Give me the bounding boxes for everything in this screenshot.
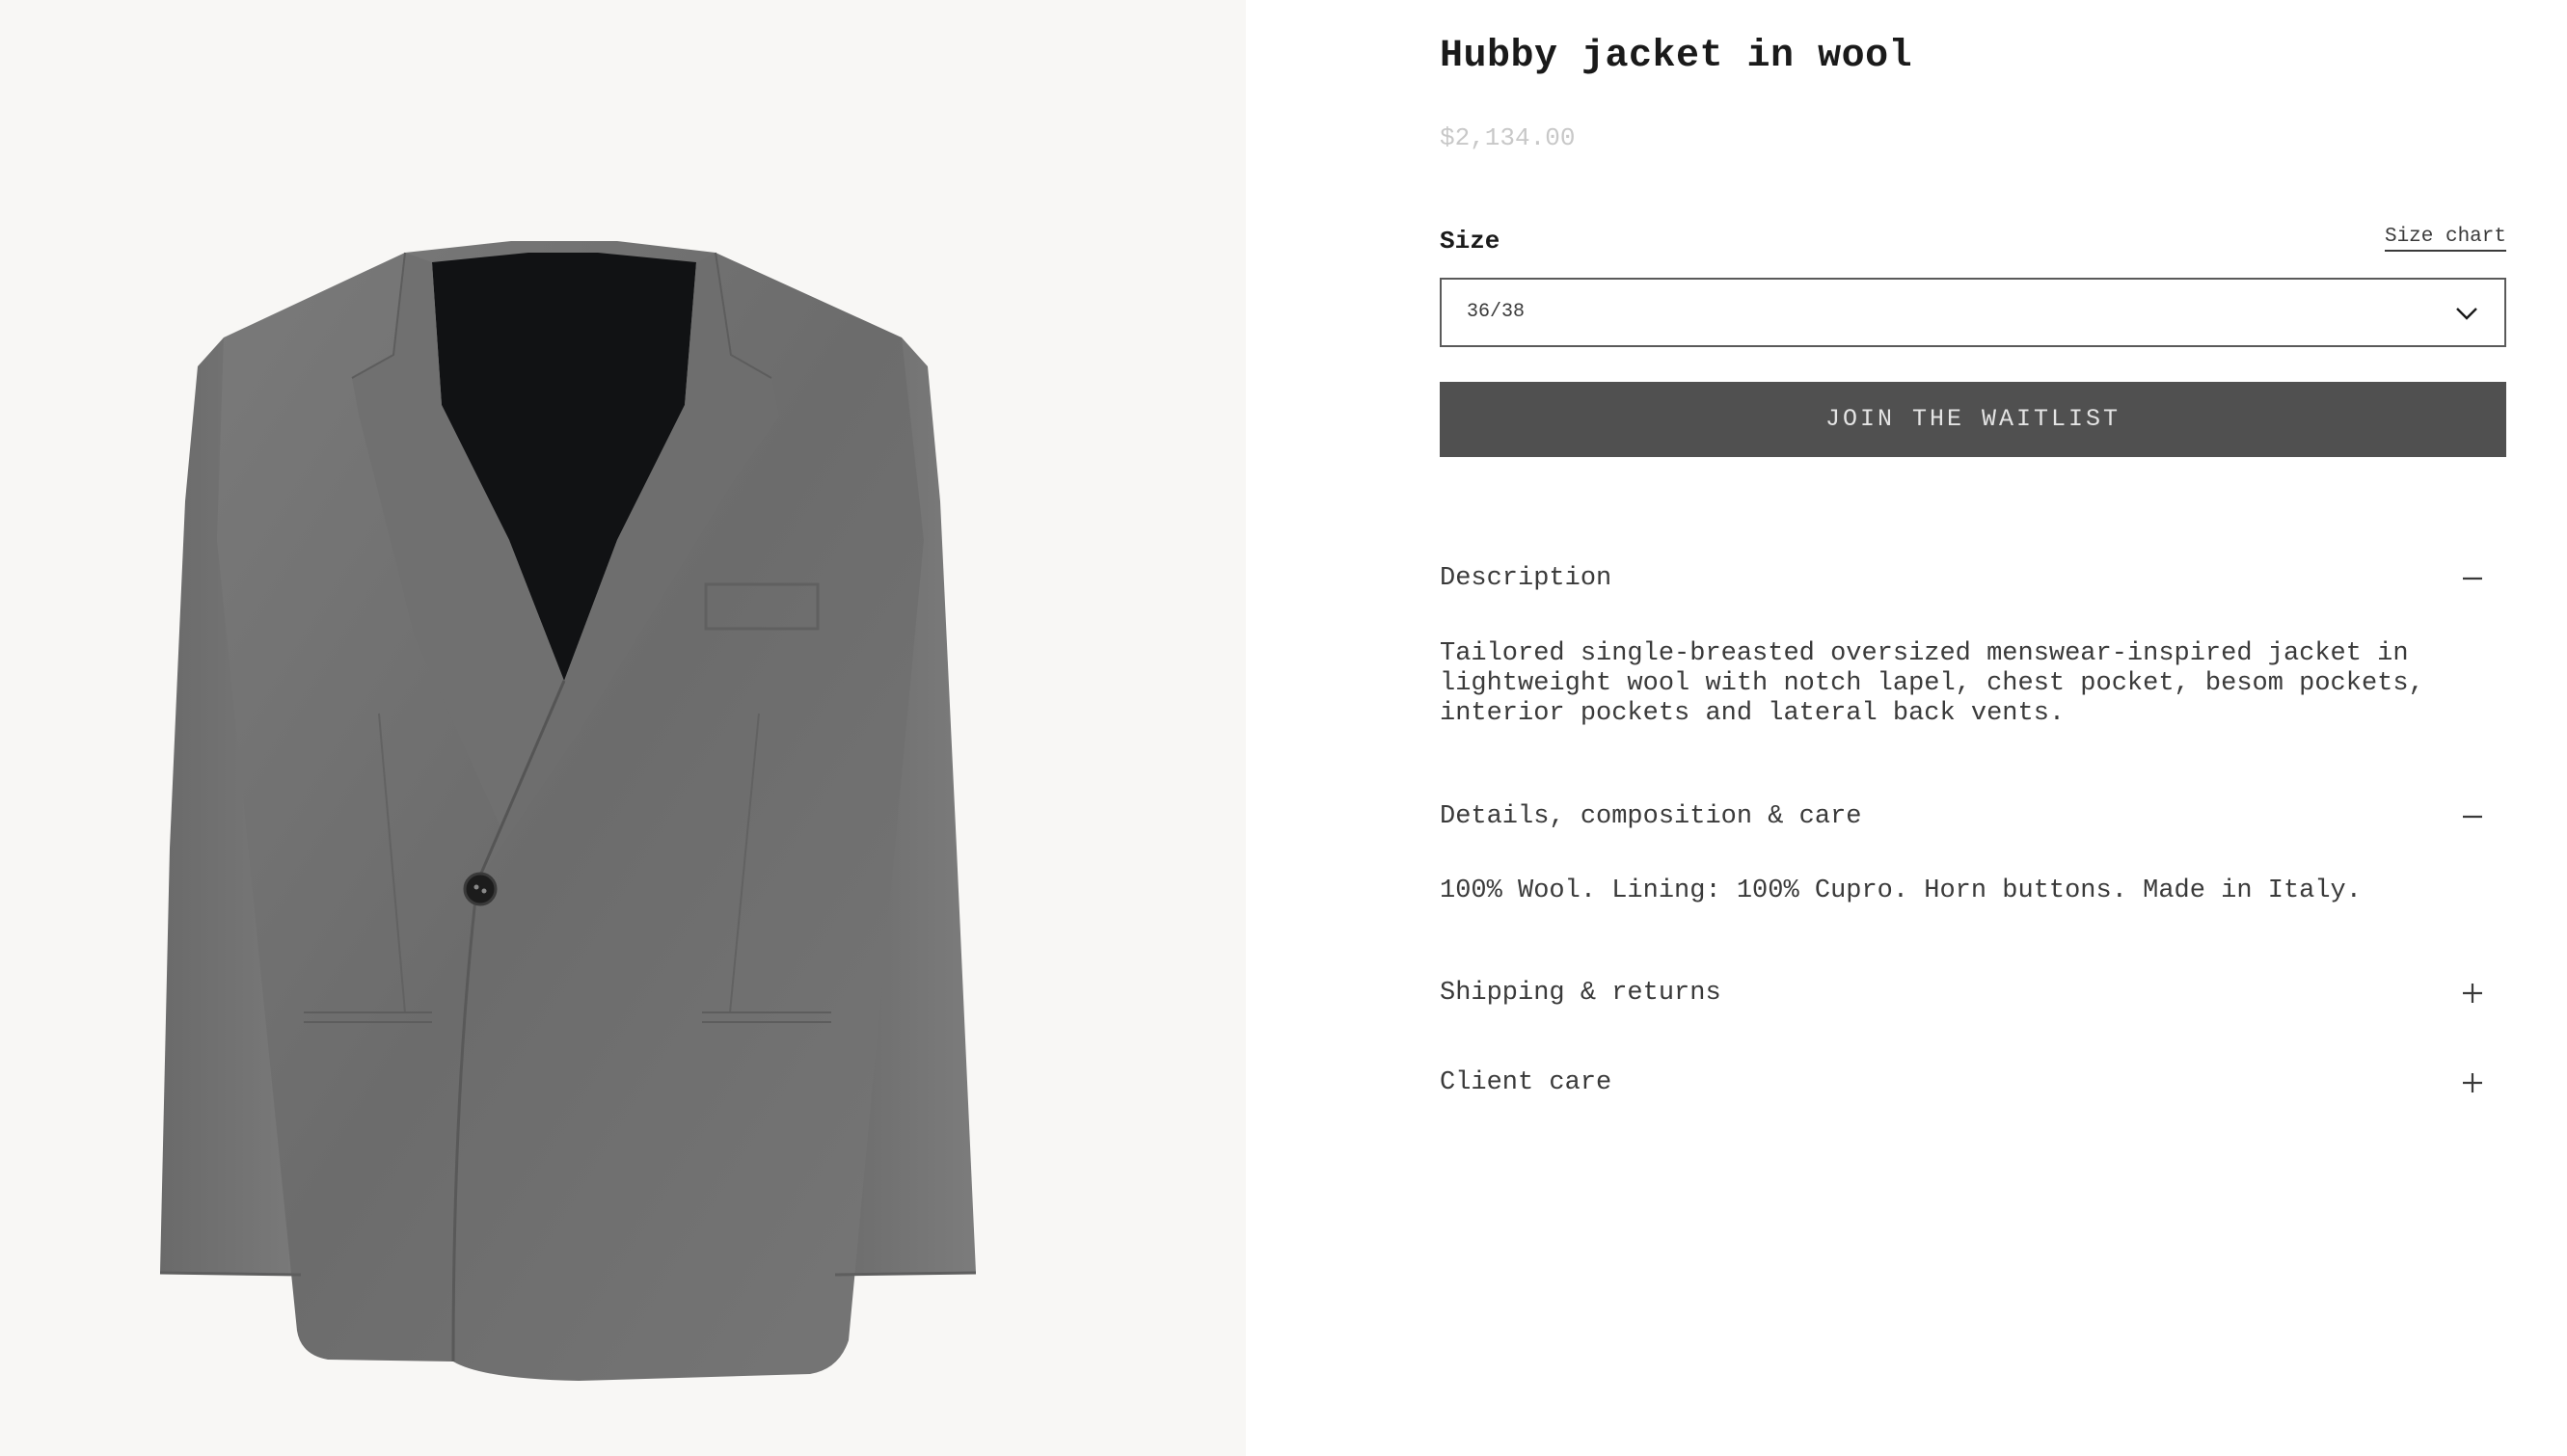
accordion-details-label: Details, composition & care	[1440, 802, 1862, 831]
accordion-description-label: Description	[1440, 564, 1612, 593]
product-image-panel	[0, 0, 1246, 1456]
accordion-client-care-header[interactable]: Client care	[1440, 1068, 2506, 1117]
size-label: Size	[1440, 227, 1500, 256]
plus-icon	[2463, 984, 2482, 1003]
accordion-shipping-label: Shipping & returns	[1440, 979, 1721, 1008]
accordion-description-header[interactable]: Description	[1440, 564, 2506, 612]
minus-icon	[2463, 577, 2482, 580]
size-chart-link[interactable]: Size chart	[2384, 226, 2506, 252]
product-page: Hubby jacket in wool $2,134.00 Size Size…	[0, 0, 2567, 1456]
size-select[interactable]: 36/38	[1440, 278, 2506, 347]
accordion-description-body: Tailored single-breasted oversized mensw…	[1440, 639, 2424, 728]
accordion-details-header[interactable]: Details, composition & care	[1440, 802, 2506, 850]
product-image[interactable]	[0, 0, 1246, 1456]
product-title: Hubby jacket in wool	[1440, 35, 1913, 78]
product-price: $2,134.00	[1440, 123, 1576, 152]
join-waitlist-button[interactable]: JOIN THE WAITLIST	[1440, 382, 2506, 457]
accordion-shipping-header[interactable]: Shipping & returns	[1440, 979, 2506, 1027]
size-select-value: 36/38	[1467, 301, 1526, 323]
minus-icon	[2463, 815, 2482, 819]
chevron-down-icon	[2456, 308, 2477, 320]
accordion-details-body: 100% Wool. Lining: 100% Cupro. Horn butt…	[1440, 876, 2362, 905]
plus-icon	[2463, 1073, 2482, 1092]
accordion-client-care-label: Client care	[1440, 1068, 1612, 1097]
